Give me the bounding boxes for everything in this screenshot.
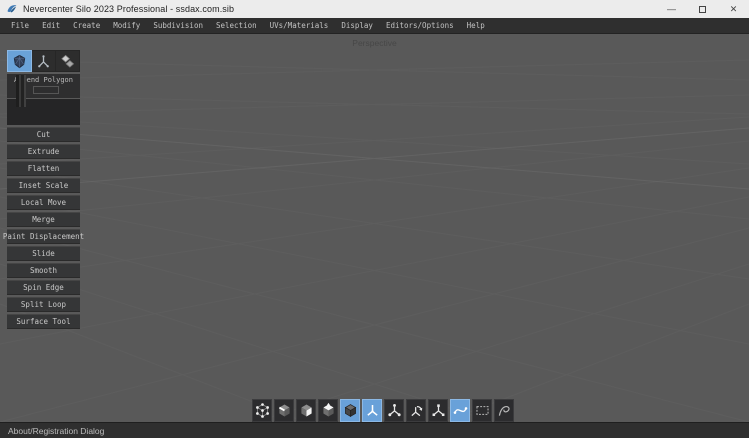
status-message[interactable]: About/Registration Dialog: [8, 426, 104, 436]
solid-cube-icon: [342, 402, 359, 419]
menu-modify[interactable]: Modify: [113, 21, 140, 30]
menu-edit[interactable]: Edit: [42, 21, 60, 30]
axis-tripod-icon: [36, 54, 51, 69]
title-bar: Nevercenter Silo 2023 Professional - ssd…: [0, 0, 749, 18]
tool-inset-scale[interactable]: Inset Scale: [7, 178, 80, 193]
vertex-mode-icon: [254, 402, 271, 419]
viewport-3d[interactable]: Perspective: [0, 34, 749, 422]
tab-manipulator-tools[interactable]: [32, 51, 55, 71]
tool-flatten[interactable]: Flatten: [7, 161, 80, 176]
viewport-label: Perspective: [0, 38, 749, 48]
tool-slide[interactable]: Slide: [7, 246, 80, 261]
menu-display[interactable]: Display: [341, 21, 373, 30]
marquee-rect-icon: [474, 402, 491, 419]
edge-mode-icon: [276, 402, 293, 419]
tool-sidebar: Append Polygon Cut Extrude Flatten Inset…: [7, 50, 80, 329]
tool-smooth[interactable]: Smooth: [7, 263, 80, 278]
menu-help[interactable]: Help: [467, 21, 485, 30]
maximize-button[interactable]: [687, 0, 718, 18]
maximize-icon: [699, 6, 706, 13]
close-button[interactable]: ✕: [718, 0, 749, 18]
scale-tool-icon: [430, 402, 447, 419]
append-polygon-glyph: [33, 86, 59, 94]
face-selection-mode-button[interactable]: [296, 399, 316, 422]
minimize-button[interactable]: —: [656, 0, 687, 18]
move-tool-icon: [386, 402, 403, 419]
menu-selection[interactable]: Selection: [216, 21, 257, 30]
tool-merge[interactable]: Merge: [7, 212, 80, 227]
sidebar-tabs: [7, 50, 80, 72]
lasso-icon: [496, 402, 513, 419]
menu-bar: File Edit Create Modify Subdivision Sele…: [0, 18, 749, 34]
tool-paint-displacement[interactable]: Paint Displacement: [7, 229, 80, 244]
multiselect-mode-button[interactable]: [340, 399, 360, 422]
app-logo-icon: [6, 3, 18, 15]
show-manipulator-button[interactable]: [362, 399, 382, 422]
menu-uvs-materials[interactable]: UVs/Materials: [270, 21, 329, 30]
menu-editors-options[interactable]: Editors/Options: [386, 21, 454, 30]
rotate-tool-button[interactable]: [406, 399, 426, 422]
soft-selection-button[interactable]: [450, 399, 470, 422]
status-bar: About/Registration Dialog: [0, 422, 749, 438]
double-diamond-icon: [60, 54, 75, 69]
tool-local-move[interactable]: Local Move: [7, 195, 80, 210]
move-tool-button[interactable]: [384, 399, 404, 422]
lasso-select-button[interactable]: [494, 399, 514, 422]
curve-icon: [452, 402, 469, 419]
object-selection-mode-button[interactable]: [318, 399, 338, 422]
tab-uv-tools[interactable]: [56, 51, 79, 71]
menu-create[interactable]: Create: [73, 21, 100, 30]
manipulator-tripod-icon: [364, 402, 381, 419]
rotate-tool-icon: [408, 402, 425, 419]
tool-extrude[interactable]: Extrude: [7, 144, 80, 159]
menu-subdivision[interactable]: Subdivision: [153, 21, 203, 30]
object-mode-icon: [320, 402, 337, 419]
append-polygon-button[interactable]: Append Polygon: [7, 74, 80, 98]
bottom-toolbar: [252, 399, 514, 422]
scale-tool-button[interactable]: [428, 399, 448, 422]
render-artifact: [16, 75, 28, 107]
window-title: Nevercenter Silo 2023 Professional - ssd…: [23, 4, 234, 14]
menu-file[interactable]: File: [11, 21, 29, 30]
face-mode-icon: [298, 402, 315, 419]
area-select-button[interactable]: [472, 399, 492, 422]
edge-selection-mode-button[interactable]: [274, 399, 294, 422]
tool-cut[interactable]: Cut: [7, 127, 80, 142]
vertex-selection-mode-button[interactable]: [252, 399, 272, 422]
tool-surface-tool[interactable]: Surface Tool: [7, 314, 80, 329]
tool-split-loop[interactable]: Split Loop: [7, 297, 80, 312]
faceted-gem-icon: [12, 54, 27, 69]
perspective-grid: [0, 34, 749, 422]
tool-spin-edge[interactable]: Spin Edge: [7, 280, 80, 295]
tab-polygon-tools[interactable]: [8, 51, 31, 71]
